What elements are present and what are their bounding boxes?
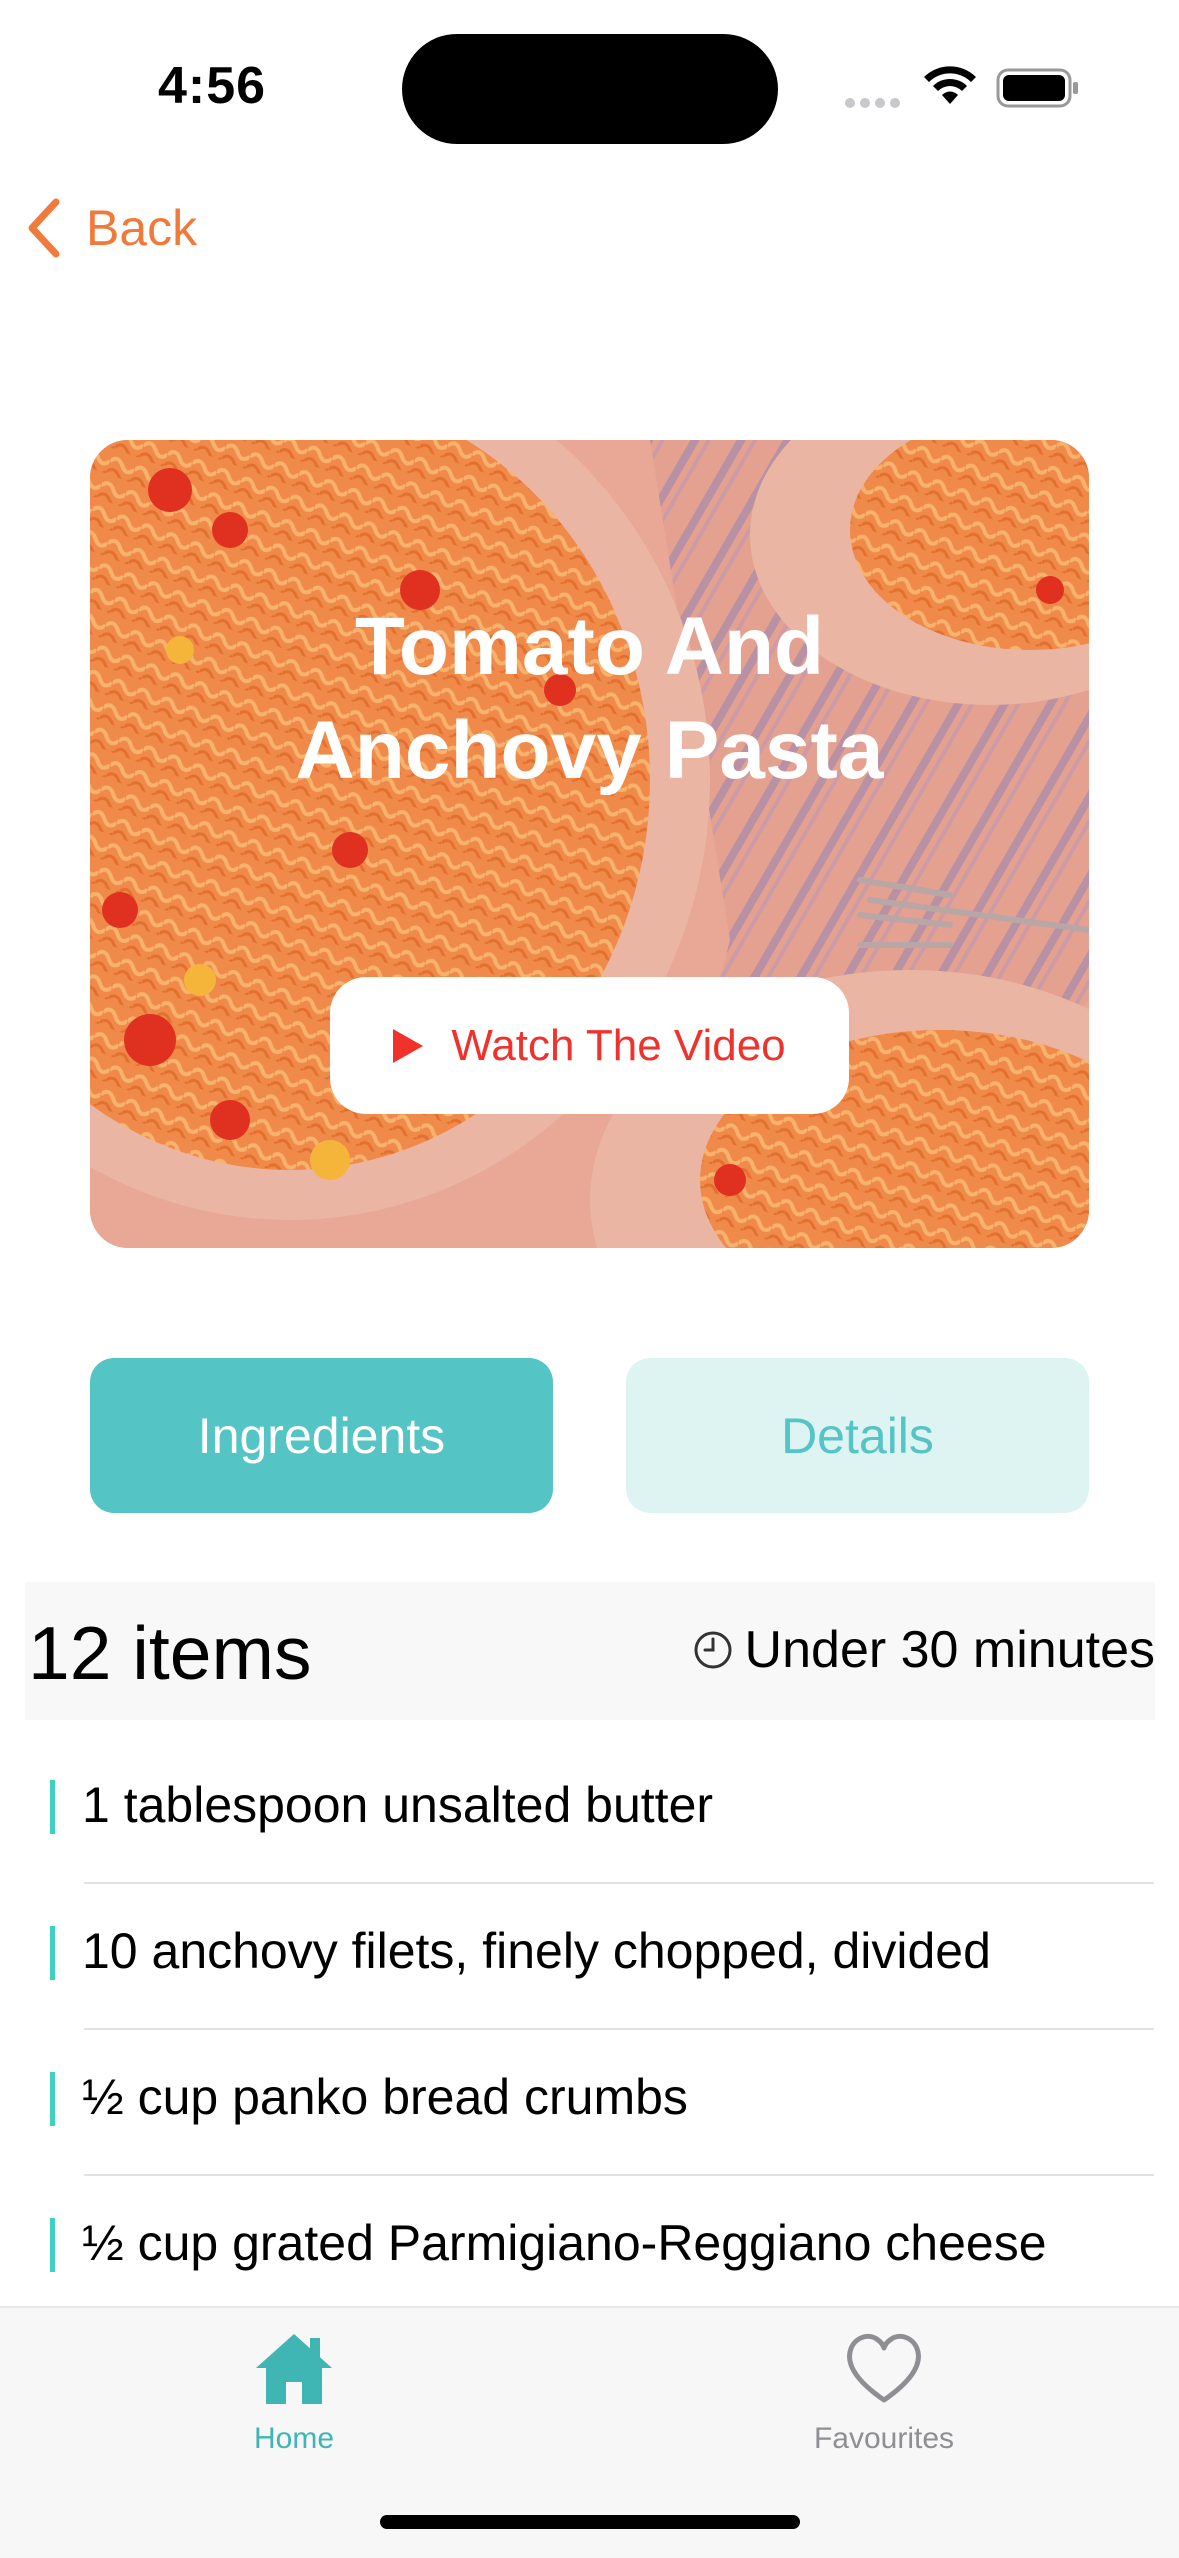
ingredient-text: ½ cup panko bread crumbs: [82, 2069, 688, 2125]
cellular-signal-icon: [845, 95, 905, 113]
list-item-accent: [50, 1780, 55, 1834]
watch-video-button[interactable]: Watch The Video: [330, 977, 849, 1114]
ingredients-summary: 12 items Under 30 minutes: [25, 1582, 1155, 1720]
recipe-title-line-2: Anchovy Pasta: [295, 705, 884, 796]
cook-time-label: Under 30 minutes: [744, 1621, 1155, 1679]
back-label: Back: [86, 200, 198, 256]
list-item: ½ cup grated Parmigiano-Reggiano cheese: [0, 2176, 1179, 2322]
clock-icon: [694, 1631, 732, 1669]
status-time: 4:56: [158, 57, 267, 115]
tab-bar-home[interactable]: Home: [174, 2328, 414, 2456]
chevron-left-icon: [28, 198, 60, 258]
ingredient-text: ½ cup grated Parmigiano-Reggiano cheese: [82, 2215, 1047, 2271]
wifi-icon: [924, 66, 976, 104]
list-item: ½ cup panko bread crumbs: [0, 2030, 1179, 2176]
ingredient-text: 10 anchovy filets, finely chopped, divid…: [82, 1923, 991, 1979]
list-item-accent: [50, 2218, 55, 2272]
heart-icon: [847, 2334, 921, 2403]
pasta-image: [90, 440, 1089, 1248]
list-item: 10 anchovy filets, finely chopped, divid…: [0, 1884, 1179, 2030]
recipe-title: Tomato And Anchovy Pasta: [90, 595, 1089, 803]
watch-video-label: Watch The Video: [451, 1020, 786, 1070]
battery-icon: [996, 68, 1078, 108]
items-count: 12 items: [28, 1611, 312, 1695]
tab-ingredients-label: Ingredients: [197, 1407, 446, 1464]
tab-details-label: Details: [781, 1407, 934, 1464]
play-icon: [393, 1028, 424, 1063]
tab-details[interactable]: Details: [626, 1358, 1089, 1513]
tab-ingredients[interactable]: Ingredients: [90, 1358, 553, 1513]
home-icon: [256, 2334, 332, 2404]
tab-bar-favourites[interactable]: Favourites: [764, 2328, 1004, 2456]
back-button[interactable]: Back: [24, 196, 197, 260]
list-item-accent: [50, 2072, 55, 2126]
ingredient-text: 1 tablespoon unsalted butter: [82, 1777, 714, 1833]
list-item-accent: [50, 1926, 55, 1980]
home-indicator: [380, 2515, 800, 2529]
dynamic-island: [402, 34, 778, 144]
tab-bar-favourites-label: Favourites: [813, 2422, 955, 2455]
list-item: 1 tablespoon unsalted butter: [0, 1738, 1179, 1884]
cook-time: Under 30 minutes: [693, 1620, 1155, 1680]
tab-bar-home-label: Home: [253, 2422, 335, 2455]
recipe-title-line-1: Tomato And: [354, 601, 825, 692]
recipe-hero-card: Tomato And Anchovy Pasta Watch The Video: [90, 440, 1089, 1248]
